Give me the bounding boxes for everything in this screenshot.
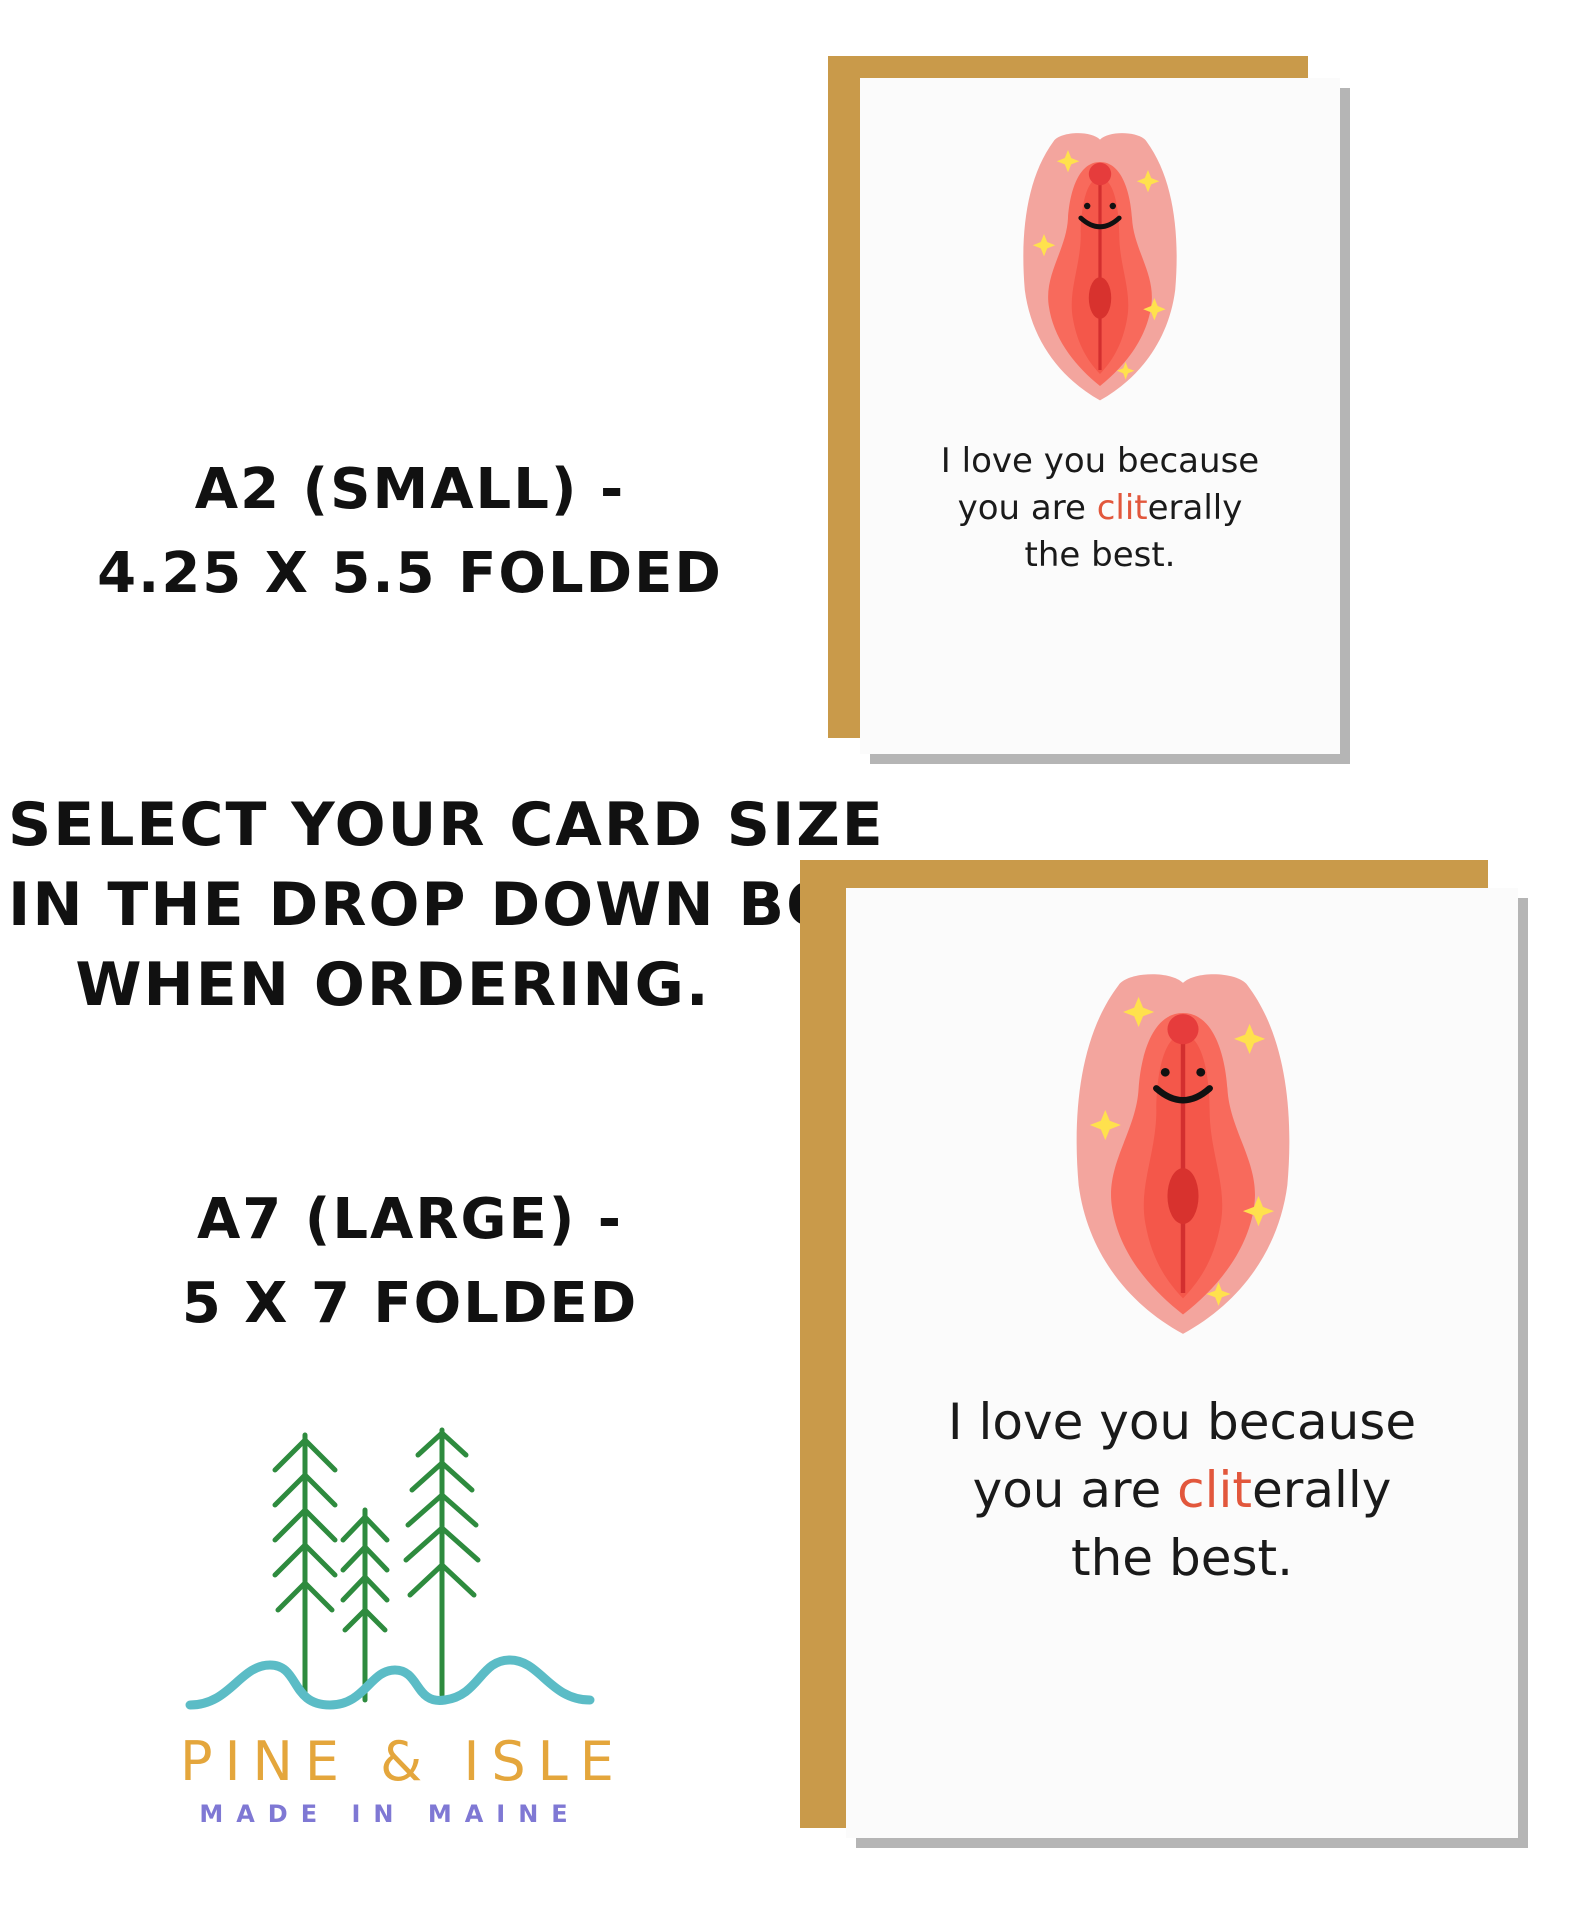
pine-trees-waves-icon (185, 1427, 595, 1710)
a2-size-label: A2 (SMALL) - 4.25 X 5.5 FOLDED (40, 448, 780, 616)
message-text: erally (1147, 488, 1243, 528)
message-line: the best. (1071, 1529, 1293, 1587)
instruction-line: SELECT YOUR CARD SIZE (8, 790, 885, 860)
a7-dimensions-line: 5 X 7 FOLDED (181, 1271, 639, 1336)
message-line: the best. (1024, 535, 1176, 575)
pine-and-isle-logo: PINE & ISLE MADE IN MAINE (180, 1425, 626, 1828)
select-size-instruction: SELECT YOUR CARD SIZE IN THE DROP DOWN B… (8, 785, 886, 1025)
instruction-line: IN THE DROP DOWN BOX (8, 870, 886, 940)
a2-dimensions-line: 4.25 X 5.5 FOLDED (97, 541, 723, 606)
logo-brand-name: PINE & ISLE (180, 1730, 626, 1793)
greeting-card-large: I love you because you are cliterally th… (846, 888, 1518, 1838)
message-text: you are (957, 488, 1097, 528)
card-illustration (1023, 133, 1177, 401)
instruction-line: WHEN ORDERING. (75, 950, 711, 1020)
message-highlight: clit (1177, 1461, 1253, 1519)
greeting-card-small: I love you because you are cliterally th… (860, 78, 1340, 754)
a7-size-label: A7 (LARGE) - 5 X 7 FOLDED (40, 1178, 780, 1346)
card-message: I love you because you are cliterally th… (860, 438, 1340, 579)
card-message: I love you because you are cliterally th… (846, 1388, 1518, 1592)
message-line: I love you because (940, 441, 1260, 481)
message-line: I love you because (947, 1393, 1417, 1451)
message-highlight: clit (1096, 488, 1148, 528)
a7-size-line: A7 (LARGE) - (196, 1187, 624, 1252)
message-text: you are (972, 1461, 1178, 1519)
card-illustration (1076, 974, 1290, 1334)
message-text: erally (1252, 1461, 1392, 1519)
logo-tagline: MADE IN MAINE (199, 1800, 581, 1828)
a2-size-line: A2 (SMALL) - (194, 457, 626, 522)
message-line: you are cliterally (860, 485, 1340, 532)
message-line: you are cliterally (846, 1456, 1518, 1524)
